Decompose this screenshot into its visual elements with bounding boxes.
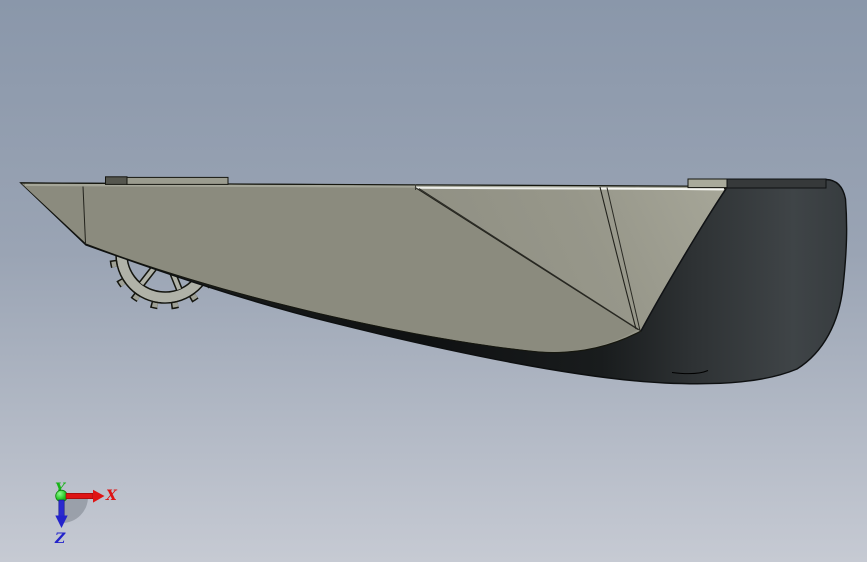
mount-tab-right-light[interactable]	[687, 178, 728, 189]
mount-tab-left-block[interactable]	[105, 176, 128, 185]
x-axis-shaft[interactable]	[65, 492, 94, 499]
mount-tab-right-dark[interactable]	[726, 178, 827, 189]
cad-viewport[interactable]: Y X Z	[0, 0, 867, 562]
x-axis-label: X	[105, 488, 118, 504]
z-axis-label: Z	[54, 531, 66, 547]
mount-tab-left[interactable]	[126, 176, 229, 185]
z-axis-shaft[interactable]	[58, 499, 65, 517]
